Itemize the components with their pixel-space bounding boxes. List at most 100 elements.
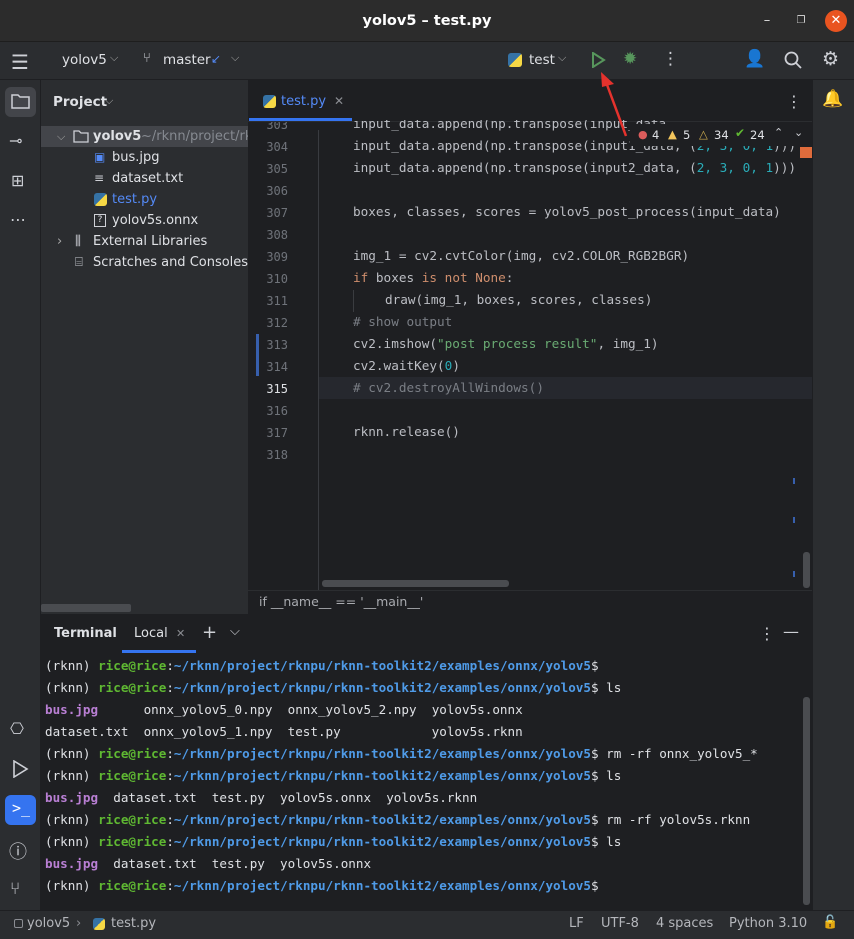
chevron-down-icon: ⌵ bbox=[57, 130, 66, 143]
code-line[interactable]: cv2.waitKey(0) bbox=[353, 358, 460, 373]
tree-file[interactable]: ? yolov5s.onnx bbox=[41, 210, 248, 231]
tab-close-icon[interactable]: ✕ bbox=[334, 94, 344, 108]
tree-scratches[interactable]: ⌸ Scratches and Consoles bbox=[41, 252, 248, 273]
new-tab-icon[interactable]: + bbox=[202, 622, 217, 643]
terminal-line: (rknn) rice@rice:~/rknn/project/rknpu/rk… bbox=[45, 878, 599, 893]
warning-icon: ▲ bbox=[668, 127, 677, 141]
chevron-down-icon: ⌵ bbox=[105, 94, 114, 107]
error-stripe-mark[interactable] bbox=[800, 147, 812, 158]
more-tools-icon[interactable]: ⋯ bbox=[10, 210, 26, 229]
run-icon[interactable] bbox=[590, 52, 606, 68]
indent-setting[interactable]: 4 spaces bbox=[656, 916, 713, 931]
code-line[interactable]: # show output bbox=[353, 314, 452, 329]
code-line[interactable]: input_data.append(np.transpose(input2_da… bbox=[353, 160, 796, 175]
terminal-line: (rknn) rice@rice:~/rknn/project/rknpu/rk… bbox=[45, 768, 622, 783]
hide-panel-icon[interactable]: — bbox=[783, 622, 799, 641]
horizontal-scrollbar[interactable] bbox=[41, 604, 131, 612]
check-icon: ✔ bbox=[735, 126, 746, 140]
line-number: 313 bbox=[266, 338, 288, 352]
run-tool-icon[interactable] bbox=[11, 760, 29, 778]
terminal-line: (rknn) rice@rice:~/rknn/project/rknpu/rk… bbox=[45, 834, 622, 849]
folder-icon bbox=[73, 130, 89, 143]
code-line[interactable]: rknn.release() bbox=[353, 424, 460, 439]
file-label: test.py bbox=[112, 192, 158, 207]
chevron-down-icon[interactable]: ⌵ bbox=[230, 624, 240, 639]
code-line[interactable]: boxes, classes, scores = yolov5_post_pro… bbox=[353, 204, 781, 219]
warning-count: 5 bbox=[683, 128, 691, 142]
code-line[interactable]: draw(img_1, boxes, scores, classes) bbox=[385, 292, 652, 307]
code-line[interactable]: if boxes is not None: bbox=[353, 270, 513, 285]
vcs-branch[interactable]: master bbox=[163, 52, 211, 68]
library-icon: ⫼ bbox=[75, 234, 81, 249]
terminal-line: (rknn) rice@rice:~/rknn/project/rknpu/rk… bbox=[45, 680, 622, 695]
editor-horizontal-scrollbar[interactable] bbox=[322, 580, 509, 587]
minimize-icon[interactable]: – bbox=[756, 10, 778, 32]
file-encoding[interactable]: UTF-8 bbox=[601, 916, 639, 931]
editor-more-icon[interactable]: ⋮ bbox=[786, 92, 802, 111]
file-label: dataset.txt bbox=[112, 171, 184, 186]
next-highlight-icon[interactable]: ⌄ bbox=[794, 126, 803, 139]
tree-file[interactable]: ▣ bus.jpg bbox=[41, 147, 248, 168]
terminal-options-icon[interactable]: ⋮ bbox=[759, 624, 775, 643]
terminal-icon: >_ bbox=[12, 799, 31, 817]
git-icon[interactable]: ⑂ bbox=[10, 879, 20, 899]
chevron-down-icon: ⌵ bbox=[231, 51, 240, 64]
left-tool-strip bbox=[0, 80, 41, 910]
right-tool-strip bbox=[812, 80, 854, 910]
main-toolbar bbox=[0, 42, 854, 80]
terminal-line: bus.jpg dataset.txt test.py yolov5s.onnx bbox=[45, 856, 372, 871]
project-panel: Project ⌵ ⌵ yolov5 ~/rknn/project/rk ▣ bu… bbox=[41, 80, 248, 614]
python-interpreter[interactable]: Python 3.10 bbox=[729, 916, 807, 931]
annotation-arrow bbox=[601, 72, 628, 137]
code-line[interactable]: cv2.imshow("post process result", img_1) bbox=[353, 336, 659, 351]
main-menu-icon[interactable]: ☰ bbox=[11, 50, 29, 74]
project-switcher[interactable]: yolov5 bbox=[62, 52, 107, 68]
commit-icon[interactable]: ⊸ bbox=[9, 131, 22, 150]
terminal-scrollbar[interactable] bbox=[803, 697, 810, 905]
terminal-tab-local[interactable]: Local bbox=[134, 626, 168, 641]
project-panel-title[interactable]: Project bbox=[53, 94, 107, 110]
code-line[interactable]: # cv2.destroyAllWindows() bbox=[353, 380, 544, 395]
line-number: 315 bbox=[266, 382, 288, 396]
tree-file[interactable]: ≡ dataset.txt bbox=[41, 168, 248, 189]
debug-icon[interactable]: ✹ bbox=[623, 49, 637, 69]
structure-icon[interactable]: ⊞ bbox=[11, 171, 24, 190]
terminal-line: (rknn) rice@rice:~/rknn/project/rknpu/rk… bbox=[45, 812, 751, 827]
close-icon[interactable]: ✕ bbox=[825, 10, 847, 32]
scratches-label: Scratches and Consoles bbox=[93, 255, 248, 270]
tab-close-icon[interactable]: ✕ bbox=[176, 627, 185, 640]
scratches-icon: ⌸ bbox=[75, 255, 83, 270]
unknown-file-icon: ? bbox=[94, 214, 106, 227]
add-user-icon[interactable]: 👤 bbox=[744, 49, 765, 69]
search-icon[interactable] bbox=[784, 51, 802, 69]
notifications-icon[interactable]: 🔔 bbox=[822, 89, 843, 109]
active-terminal-tab-indicator bbox=[122, 650, 196, 653]
line-number: 306 bbox=[266, 184, 288, 198]
root-name: yolov5 bbox=[93, 129, 142, 144]
chevron-down-icon: ⌵ bbox=[110, 51, 119, 64]
problems-icon[interactable]: ⓘ bbox=[9, 838, 27, 864]
external-libraries-label: External Libraries bbox=[93, 234, 208, 249]
more-actions-icon[interactable]: ⋮ bbox=[662, 49, 679, 69]
previous-highlight-icon[interactable]: ⌃ bbox=[774, 126, 783, 139]
tree-external-libraries[interactable]: › ⫼ External Libraries bbox=[41, 231, 248, 252]
code-line[interactable]: img_1 = cv2.cvtColor(img, cv2.COLOR_RGB2… bbox=[353, 248, 689, 263]
lock-icon[interactable]: 🔓 bbox=[822, 915, 838, 930]
terminal-line: (rknn) rice@rice:~/rknn/project/rknpu/rk… bbox=[45, 658, 599, 673]
editor-vertical-scrollbar[interactable] bbox=[803, 552, 810, 588]
terminal-title: Terminal bbox=[54, 626, 117, 641]
incoming-changes-icon: ↙ bbox=[211, 52, 222, 66]
maximize-icon[interactable]: ❐ bbox=[790, 10, 812, 32]
python-packages-icon[interactable]: ⎔ bbox=[10, 719, 24, 738]
run-config-selector[interactable]: test bbox=[529, 52, 555, 68]
module-icon bbox=[14, 919, 23, 928]
settings-icon[interactable]: ⚙ bbox=[822, 48, 839, 70]
tree-file[interactable]: test.py bbox=[41, 189, 248, 210]
status-file[interactable]: test.py bbox=[111, 916, 156, 931]
chevron-right-icon: › bbox=[57, 234, 63, 249]
status-project[interactable]: yolov5 bbox=[27, 916, 70, 931]
line-separator[interactable]: LF bbox=[569, 916, 584, 931]
tree-root[interactable]: ⌵ yolov5 ~/rknn/project/rk bbox=[41, 126, 248, 147]
editor-tab-test-py[interactable]: test.py bbox=[281, 94, 326, 109]
breadcrumb[interactable]: if __name__ == '__main__' bbox=[259, 594, 423, 609]
